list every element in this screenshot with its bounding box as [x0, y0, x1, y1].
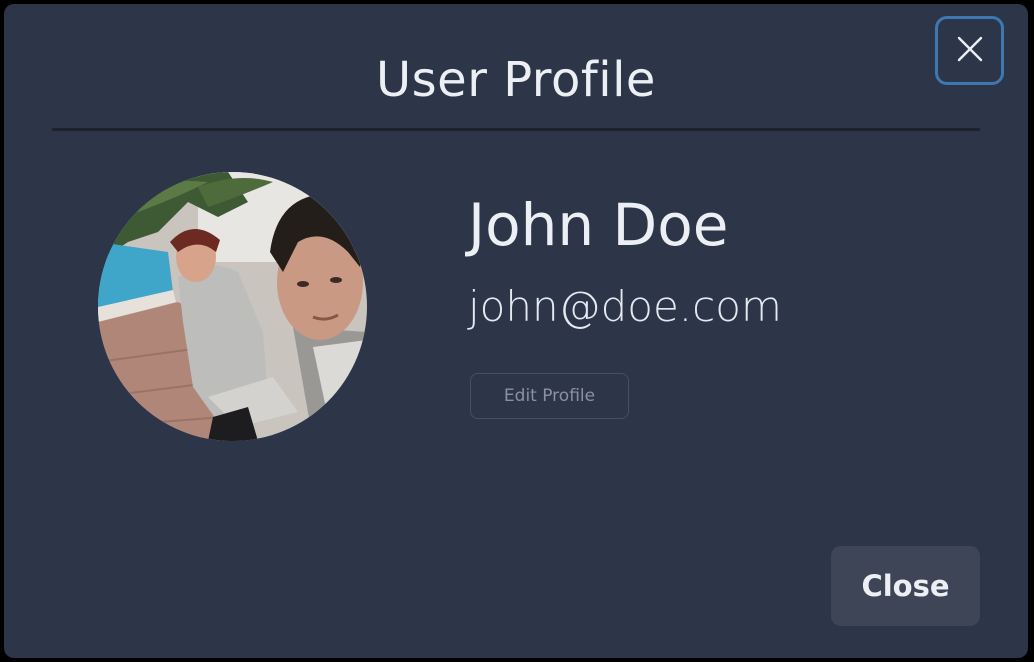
modal-title: User Profile: [376, 52, 656, 108]
close-button[interactable]: Close: [831, 546, 980, 626]
title-divider: [52, 128, 980, 131]
avatar: [98, 172, 367, 441]
user-email: john@doe.com: [468, 282, 782, 331]
edit-profile-button[interactable]: Edit Profile: [470, 373, 629, 419]
avatar-photo: [98, 172, 367, 441]
user-name: John Doe: [468, 191, 729, 259]
user-profile-modal: User Profile John Doe john@doe.com Edit …: [4, 4, 1028, 658]
